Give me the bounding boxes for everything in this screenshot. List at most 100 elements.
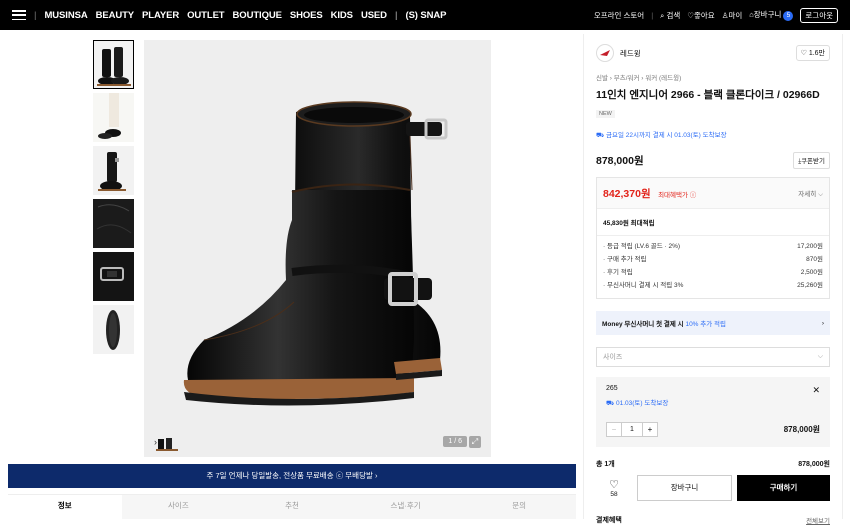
nav-shoes[interactable]: SHOES <box>290 10 323 21</box>
quantity-value[interactable]: 1 <box>621 423 643 436</box>
points-row: · 후기 적립 2,500원 <box>603 266 823 279</box>
max-benefit-price: 842,370원 <box>603 188 651 200</box>
points-row: · 무신사머니 결제 시 적립 3% 25,260원 <box>603 279 823 292</box>
delivery-guarantee: ⛟ 금요일 22시까지 결제 시 01.03(토) 도착보장 <box>596 129 830 140</box>
size-select-placeholder: 사이즈 <box>603 354 623 361</box>
search-link[interactable]: ⌕ 검색 <box>660 10 680 21</box>
truck-icon: ⛟ <box>606 400 615 407</box>
brand-link[interactable]: 레드윙 <box>596 44 641 62</box>
top-utility-links: 오프라인 스토어 | ⌕ 검색 ♡좋아요 ♙마이 ⌂장바구니 5 로그아웃 <box>594 0 838 30</box>
musinsa-money-promo[interactable]: Money 무신사머니 첫 결제 시 10% 추가 적립 › <box>596 311 830 335</box>
nav-used[interactable]: USED <box>361 10 387 21</box>
nav-snap[interactable]: (S) SNAP <box>406 10 447 21</box>
nav-boutique[interactable]: BOUTIQUE <box>233 10 282 21</box>
thumbnail-list <box>93 40 135 358</box>
chevron-down-icon: ⌵ <box>818 190 823 198</box>
product-title: 11인치 엔지니어 2966 - 블랙 클론다이크 / 02966D <box>596 89 820 101</box>
thumbnail-2[interactable] <box>93 93 134 142</box>
buy-now-button[interactable]: 구매하기 <box>737 475 830 501</box>
payment-benefit-view-all[interactable]: 전체보기 <box>806 515 830 525</box>
points-total: 45,830원 최대적립 <box>597 208 829 235</box>
wish-button[interactable]: ♡ 58 <box>596 478 632 498</box>
nav-musinsa[interactable]: MUSINSA <box>44 10 87 21</box>
variant-boot-icon <box>156 438 178 451</box>
thumbnail-3[interactable] <box>93 146 134 195</box>
points-value: 2,500원 <box>800 269 823 276</box>
expand-icon[interactable]: ⤢ <box>469 436 481 448</box>
divider: | <box>651 10 654 20</box>
decrease-quantity-button[interactable]: − <box>607 423 621 436</box>
breadcrumb[interactable]: 신발 › 부츠/워커 › 워커 (레드윙) <box>596 72 830 82</box>
likes-link[interactable]: ♡좋아요 <box>687 10 714 21</box>
option-size: 265 <box>606 385 618 392</box>
points-label: · 등급 적립 (LV.6 골드 · 2%) <box>603 243 681 250</box>
thumbnail-1[interactable] <box>93 40 134 89</box>
points-label: · 무신사머니 결제 시 적립 3% <box>603 282 684 289</box>
nav-outlet[interactable]: OUTLET <box>187 10 225 21</box>
product-price: 878,000원 <box>596 155 644 167</box>
my-link[interactable]: ♙마이 <box>722 10 743 21</box>
nav-kids[interactable]: KIDS <box>331 10 353 21</box>
image-counter: 1 / 6 <box>443 436 467 447</box>
brand-name: 레드윙 <box>620 48 641 58</box>
remove-option-close-icon[interactable]: ✕ <box>812 385 820 396</box>
points-row: · 등급 적립 (LV.6 골드 · 2%) 17,200원 <box>603 240 823 253</box>
money-promo-highlight: 10% 추가 적립 <box>685 321 726 328</box>
search-icon: ⌕ <box>660 10 665 20</box>
hamburger-menu-icon[interactable] <box>12 10 26 20</box>
thumbnail-6[interactable] <box>93 305 134 354</box>
offline-store-link[interactable]: 오프라인 스토어 <box>594 10 644 21</box>
top-navigation-bar: | MUSINSA BEAUTY PLAYER OUTLET BOUTIQUE … <box>0 0 850 30</box>
tab-snap-review[interactable]: 스냅·후기 <box>348 495 463 519</box>
points-breakdown: · 등급 적립 (LV.6 골드 · 2%) 17,200원 · 구매 추가 적립… <box>597 235 829 298</box>
color-variant-thumbs[interactable]: › <box>154 437 178 451</box>
add-to-cart-button[interactable]: 장바구니 <box>637 475 732 501</box>
tab-info[interactable]: 정보 <box>8 495 122 519</box>
size-select[interactable]: 사이즈 ⌵ <box>596 347 830 367</box>
nav-beauty[interactable]: BEAUTY <box>96 10 135 21</box>
brand-logo <box>596 44 614 62</box>
points-value: 25,260원 <box>797 282 823 289</box>
nav-player[interactable]: PLAYER <box>142 10 179 21</box>
total-row: 총 1개 878,000원 <box>596 459 830 469</box>
points-label: · 후기 적립 <box>603 269 633 276</box>
benefit-box: 842,370원 최대혜택가 ⓘ 자세히 ⌵ 45,830원 최대적립 · 등급… <box>596 177 830 299</box>
cart-link[interactable]: ⌂장바구니 5 <box>749 9 794 21</box>
max-benefit-label[interactable]: 최대혜택가 ⓘ <box>658 192 696 199</box>
quantity-stepper: − 1 + <box>606 422 658 437</box>
heart-icon: ♡ <box>687 10 694 20</box>
benefit-detail-toggle[interactable]: 자세히 ⌵ <box>798 188 823 199</box>
selected-option: 265 ✕ ⛟ 01.03(토) 도착보장 − 1 + 878,000원 <box>596 377 830 447</box>
tab-size[interactable]: 사이즈 <box>121 495 236 519</box>
thumbnail-5[interactable] <box>93 252 134 301</box>
my-label: 마이 <box>728 10 743 20</box>
divider: | <box>394 9 398 21</box>
payment-benefit-label: 결제혜택 <box>596 517 622 524</box>
chevron-right-icon: › <box>821 319 824 327</box>
product-like-button[interactable]: ♡ 1.6만 <box>795 45 830 61</box>
main-product-image[interactable]: › 1 / 6 ⤢ <box>144 40 491 457</box>
truck-icon: ⛟ <box>596 132 605 139</box>
detail-label: 자세히 <box>798 190 817 198</box>
points-row: · 구매 추가 적립 870원 <box>603 253 823 266</box>
product-info-panel: 레드윙 ♡ 1.6만 신발 › 부츠/워커 › 워커 (레드윙) 11인치 엔지… <box>583 34 843 525</box>
wish-count: 58 <box>610 491 618 498</box>
option-delivery: ⛟ 01.03(토) 도착보장 <box>606 397 820 408</box>
points-label: · 구매 추가 적립 <box>603 256 647 263</box>
option-price: 878,000원 <box>783 425 820 434</box>
likes-label: 좋아요 <box>694 10 715 20</box>
tab-inquiry[interactable]: 문의 <box>462 495 576 519</box>
like-count: 1.6만 <box>808 50 825 57</box>
heart-icon: ♡ <box>800 50 807 57</box>
search-label: 검색 <box>666 10 681 20</box>
coupon-button[interactable]: ⤓쿠폰받기 <box>793 152 830 169</box>
increase-quantity-button[interactable]: + <box>643 423 657 436</box>
coupon-label: 쿠폰받기 <box>801 158 825 165</box>
promo-banner[interactable]: 주 7일 언제나 당일발송, 전상품 무료배송 ⓒ 무배당발 › <box>8 464 576 488</box>
cart-label: 장바구니 <box>753 10 782 19</box>
divider: | <box>34 9 37 21</box>
tab-recommend[interactable]: 추천 <box>235 495 349 519</box>
logout-button[interactable]: 로그아웃 <box>800 7 838 23</box>
chevron-down-icon: ⌵ <box>817 353 823 360</box>
thumbnail-4[interactable] <box>93 199 134 248</box>
